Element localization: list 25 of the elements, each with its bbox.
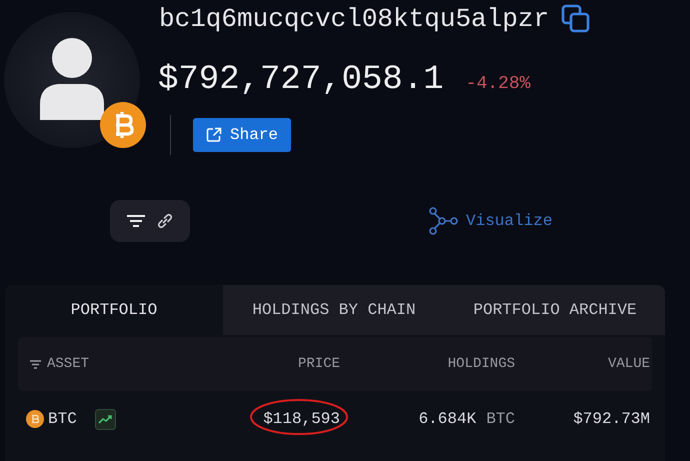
holdings-amount: 6.684K [418,409,476,430]
balance-amount: $792,727,058.1 [158,63,444,97]
sort-icon[interactable] [30,360,41,368]
tab[interactable]: PORTFOLIO [5,285,223,335]
user-silhouette-icon [38,38,106,120]
copy-icon[interactable] [561,4,592,34]
visualize-link[interactable]: Visualize [428,207,552,235]
column-header[interactable]: ASSET [47,354,90,374]
asset-symbol[interactable]: BTC [48,407,77,431]
bitcoin-badge-icon [100,102,146,148]
column-header[interactable]: HOLDINGS [448,354,515,374]
filter-icon[interactable] [126,214,146,228]
graph-nodes-icon [428,207,458,235]
column-header[interactable]: VALUE [608,354,650,374]
price-cell: $118,593 [263,407,340,431]
share-button[interactable]: Share [193,118,292,152]
change-percent: -4.28% [466,75,530,93]
trend-chart-icon[interactable] [94,408,116,430]
value-cell-text: $792.73M [573,409,650,430]
bitcoin-coin-icon [26,410,44,428]
external-link-icon [206,127,222,143]
link-icon[interactable] [156,212,174,230]
column-header[interactable]: PRICE [298,354,340,374]
holdings-unit: BTC [486,409,515,430]
wallet-address: bc1q6mucqcvcl08ktqu5alpzr [159,6,550,32]
